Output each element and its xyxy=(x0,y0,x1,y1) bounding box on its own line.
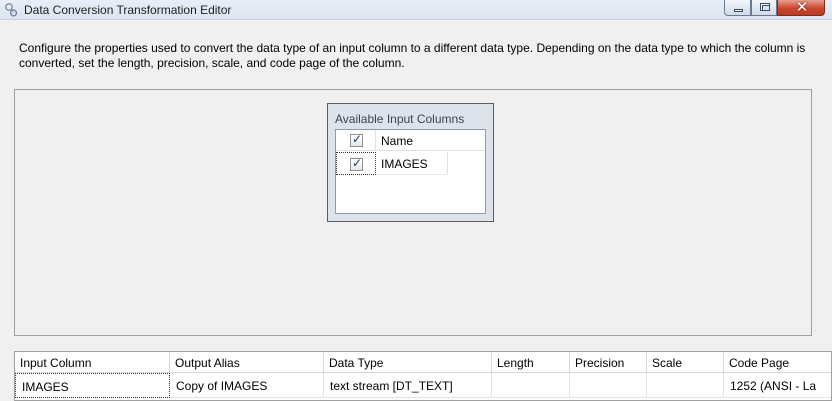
header-precision[interactable]: Precision xyxy=(570,352,647,372)
select-all-cell: ✓ xyxy=(336,130,376,151)
minimize-icon xyxy=(734,9,743,12)
header-label: Input Column xyxy=(20,356,92,370)
header-scale[interactable]: Scale xyxy=(647,352,724,372)
cell-scale[interactable] xyxy=(647,373,724,398)
input-columns-list: ✓ Name ✓ IMAGES xyxy=(335,129,486,214)
cell-text: Copy of IMAGES xyxy=(176,379,268,393)
header-code-page[interactable]: Code Page xyxy=(724,352,831,372)
table-row[interactable]: IMAGES Copy of IMAGES text stream [DT_TE… xyxy=(15,373,831,399)
data-conversion-icon xyxy=(5,3,18,17)
conversion-grid: Input Column Output Alias Data Type Leng… xyxy=(14,351,832,401)
list-header: ✓ Name xyxy=(336,130,485,151)
grid-header: Input Column Output Alias Data Type Leng… xyxy=(15,352,831,373)
cell-text: text stream [DT_TEXT] xyxy=(330,379,453,393)
column-name: IMAGES xyxy=(381,157,428,171)
images-checkbox[interactable]: ✓ xyxy=(350,156,363,171)
description-text: Configure the properties used to convert… xyxy=(19,41,806,70)
available-input-columns-panel: Available Input Columns ✓ Name ✓ IMAGES xyxy=(327,103,494,222)
name-column-header[interactable]: Name xyxy=(381,134,413,148)
header-label: Precision xyxy=(575,356,625,370)
header-label: Code Page xyxy=(729,356,790,370)
header-label: Scale xyxy=(652,356,683,370)
cell-length[interactable] xyxy=(492,373,570,398)
cell-precision[interactable] xyxy=(570,373,647,398)
list-item[interactable]: ✓ IMAGES xyxy=(336,152,485,176)
cell-data-type[interactable]: text stream [DT_TEXT] xyxy=(324,373,492,398)
header-label: Output Alias xyxy=(175,356,240,370)
minimize-button[interactable] xyxy=(724,0,751,16)
cell-text: IMAGES xyxy=(22,380,69,394)
select-all-checkbox[interactable]: ✓ xyxy=(350,132,363,147)
maximize-icon xyxy=(760,3,770,11)
header-data-type[interactable]: Data Type xyxy=(324,352,492,372)
cell-code-page[interactable]: 1252 (ANSI - La xyxy=(724,373,831,398)
cell-text: 1252 (ANSI - La xyxy=(730,379,817,393)
cell-output-alias[interactable]: Copy of IMAGES xyxy=(170,373,324,398)
check-icon: ✓ xyxy=(352,132,363,146)
header-length[interactable]: Length xyxy=(492,352,570,372)
row-name-cell: IMAGES xyxy=(376,152,448,175)
header-label: Data Type xyxy=(329,356,384,370)
panel-title: Available Input Columns xyxy=(335,112,465,126)
header-input-column[interactable]: Input Column xyxy=(15,352,170,372)
check-icon: ✓ xyxy=(352,156,363,170)
maximize-button[interactable] xyxy=(751,0,777,16)
window-title: Data Conversion Transformation Editor xyxy=(24,3,232,17)
row-check-cell: ✓ xyxy=(336,152,376,175)
title-bar: Data Conversion Transformation Editor ✕ xyxy=(0,0,832,20)
header-label: Length xyxy=(497,356,534,370)
close-button[interactable]: ✕ xyxy=(777,0,825,16)
cell-input-column[interactable]: IMAGES xyxy=(15,373,170,398)
close-icon: ✕ xyxy=(795,0,809,16)
header-output-alias[interactable]: Output Alias xyxy=(170,352,324,372)
